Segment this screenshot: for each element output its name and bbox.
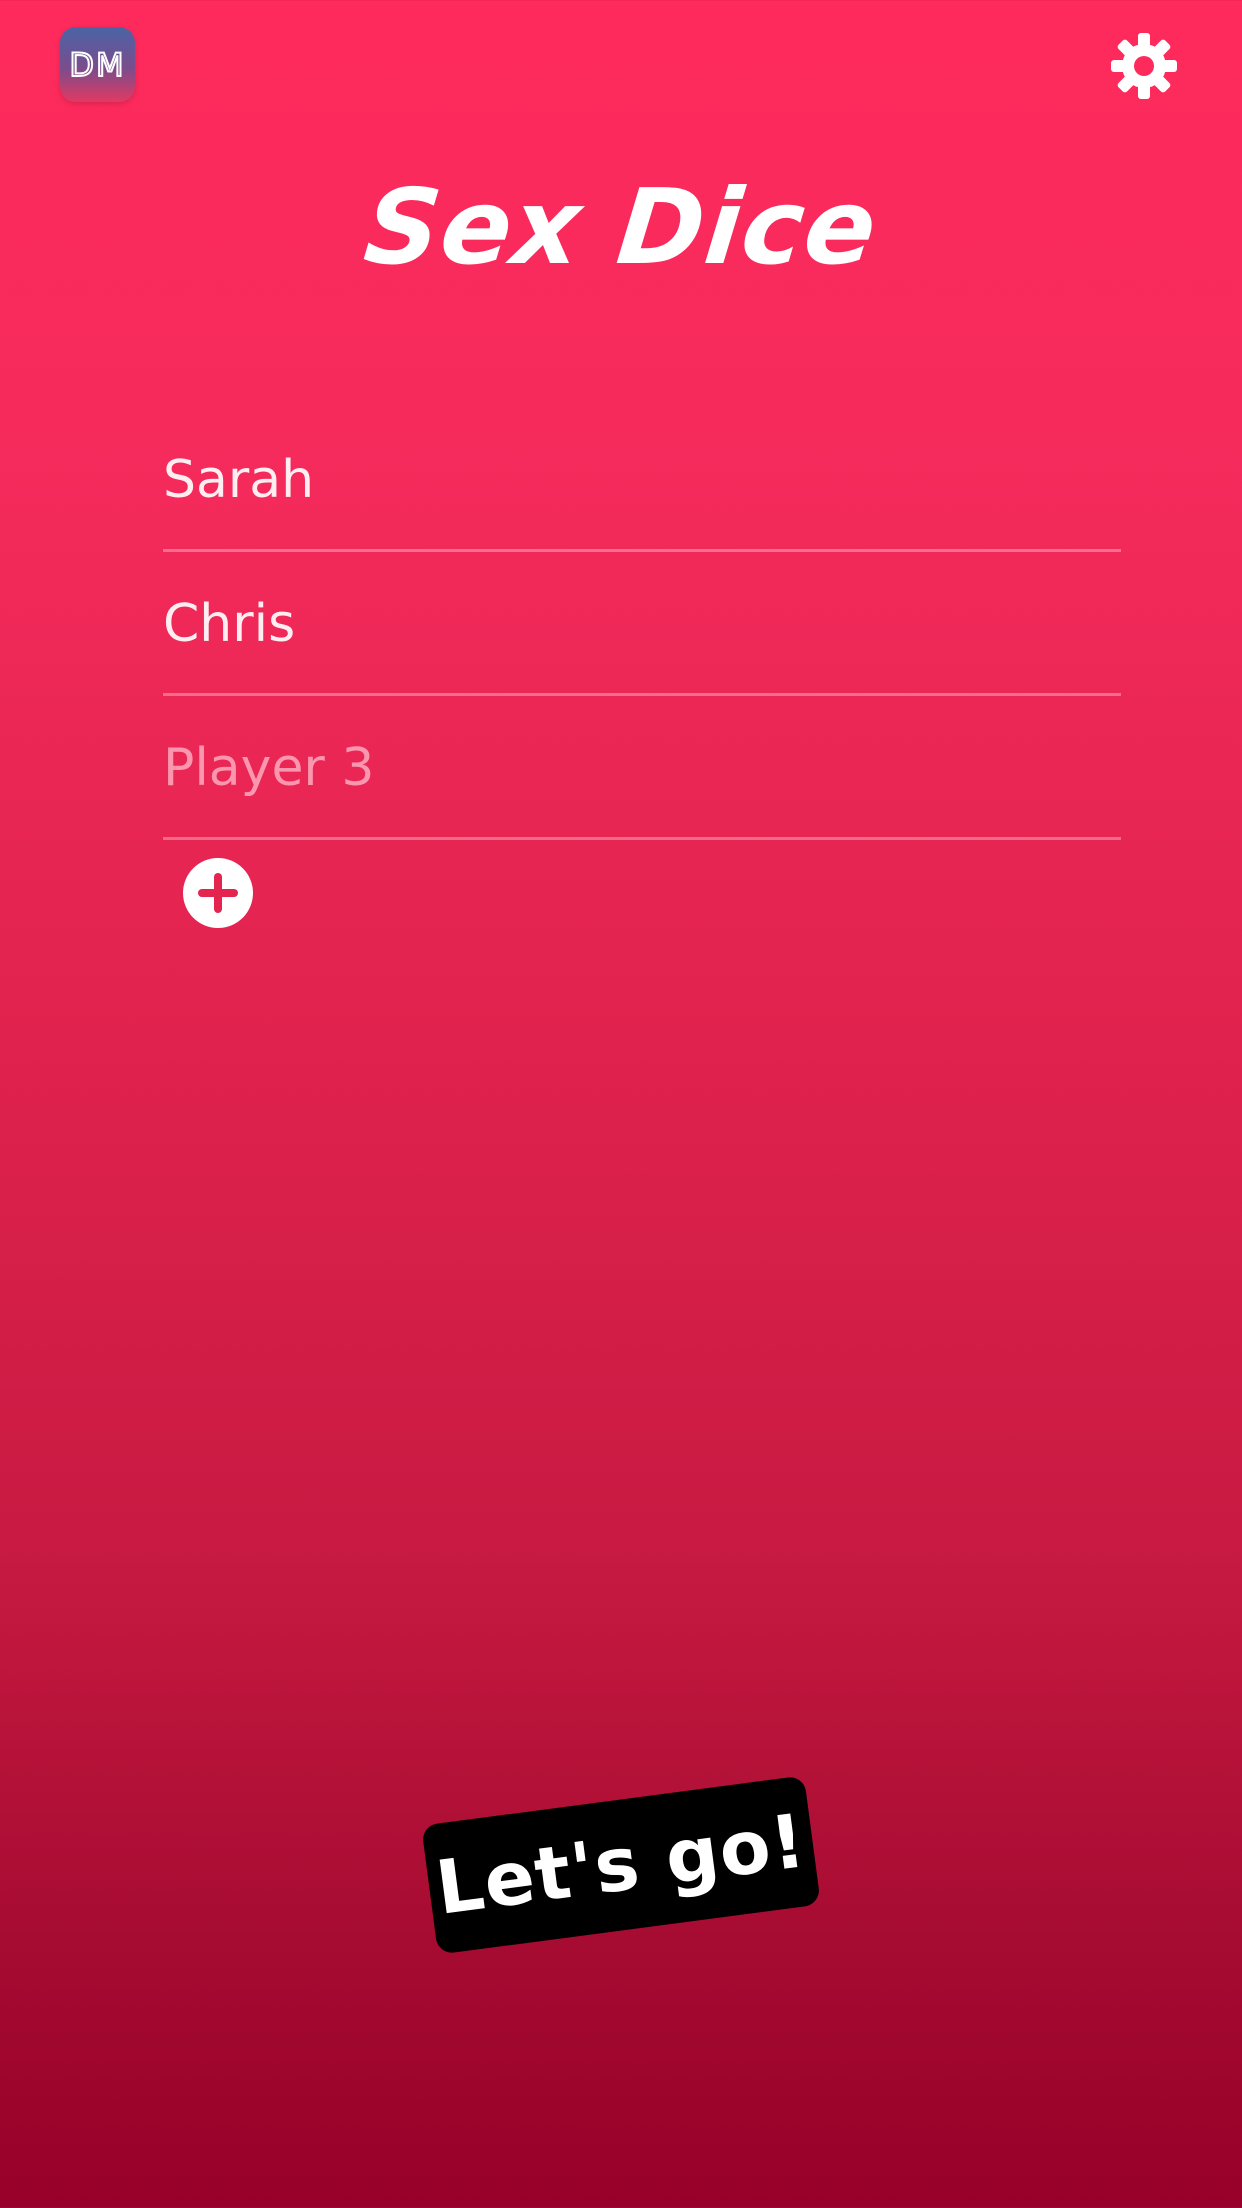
add-player-button[interactable]	[183, 858, 253, 928]
page-title: Sex Dice	[359, 166, 883, 288]
app-logo[interactable]: DM	[60, 27, 135, 102]
player-1-input[interactable]	[163, 447, 1121, 513]
start-game-button[interactable]: Let's go!	[421, 1775, 821, 1955]
player-row-1	[163, 410, 1121, 552]
player-list	[163, 410, 1121, 840]
settings-gear-svg	[1111, 33, 1177, 99]
player-row-2	[163, 554, 1121, 696]
player-3-input[interactable]	[163, 735, 1121, 801]
start-game-label: Let's go!	[431, 1798, 811, 1932]
player-row-3	[163, 698, 1121, 840]
player-2-input[interactable]	[163, 591, 1121, 657]
app-logo-text: DM	[68, 45, 126, 85]
gear-icon[interactable]	[1108, 30, 1180, 102]
